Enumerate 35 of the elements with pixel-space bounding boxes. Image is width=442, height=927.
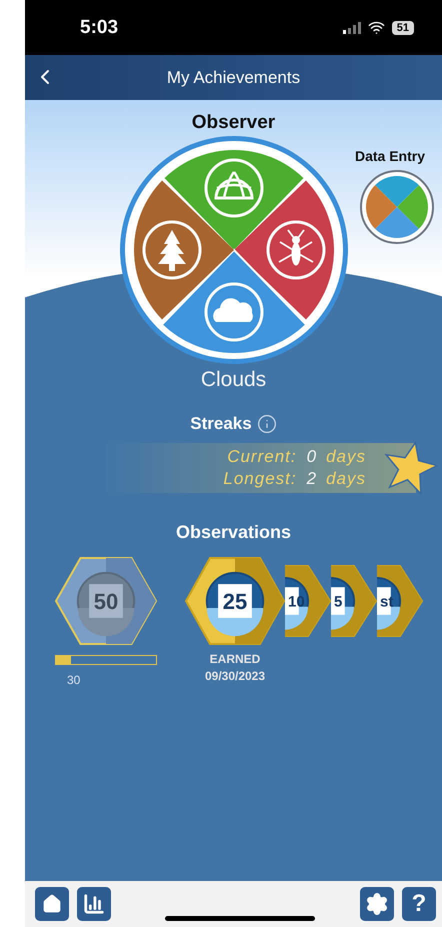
locked-badge[interactable]: 50 [55,557,157,645]
progress-count: 30 [67,673,80,687]
earned-badge[interactable]: 5 [331,565,377,637]
stats-button[interactable] [77,887,111,921]
signal-icon [342,22,361,34]
streak-value: 2 [306,469,316,489]
observations-title: Observations [176,522,292,543]
battery-level: 51 [392,20,414,34]
mosquito-icon [266,220,325,280]
landcover-icon [204,158,263,218]
streak-label: Current: [226,447,297,467]
streak-unit: days [326,469,366,489]
streak-unit: days [326,447,366,467]
wifi-icon [368,19,385,36]
wheel-title: Observer [192,112,276,134]
selected-category: Clouds [200,368,266,392]
home-button[interactable] [35,887,69,921]
streaks-title: Streaks [190,414,252,434]
earned-date: EARNED 09/30/2023 [204,651,266,685]
data-entry-title: Data Entry [354,148,426,164]
page-title: My Achievements [166,68,300,88]
info-icon[interactable] [256,414,277,434]
help-button[interactable]: ? [402,887,436,921]
home-icon [42,894,62,914]
streak-label: Longest: [223,469,297,489]
bar-chart-icon [83,893,105,915]
data-entry-badge[interactable] [360,170,434,244]
settings-icon [365,892,389,916]
category-segment[interactable] [134,180,234,320]
trees-icon [142,220,201,280]
status-time: 5:03 [80,16,118,38]
star-icon [382,440,438,496]
streak-value: 0 [306,447,316,467]
settings-button[interactable] [360,887,394,921]
clouds-icon [204,282,263,342]
